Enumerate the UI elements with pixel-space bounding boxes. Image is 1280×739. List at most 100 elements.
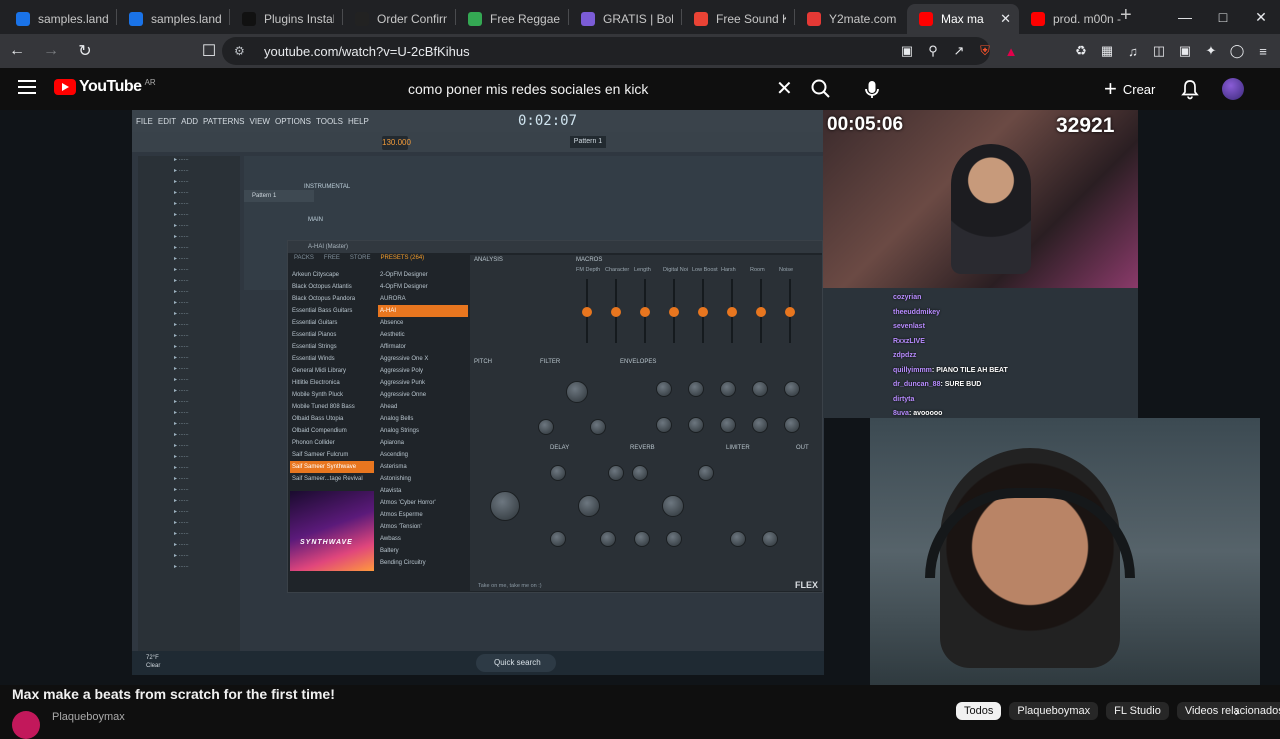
fader-handle[interactable] [640,307,650,317]
pack-item[interactable]: Essential Strings [290,341,374,353]
knob[interactable] [590,419,606,435]
knob[interactable] [720,381,736,397]
preset-item[interactable]: Affirmator [378,341,468,353]
pack-item[interactable]: Essential Bass Guitars [290,305,374,317]
knob[interactable] [662,495,684,517]
knob[interactable] [752,417,768,433]
preset-item[interactable]: Aggressive One X [378,353,468,365]
fader-handle[interactable] [785,307,795,317]
browser-tab[interactable]: Y2mate.com [795,4,907,34]
knob[interactable] [784,381,800,397]
fader-handle[interactable] [669,307,679,317]
wallet-icon[interactable]: ▣ [1174,43,1196,59]
knob[interactable] [762,531,778,547]
pack-item[interactable]: Mobile Synth Pluck [290,389,374,401]
preset-item[interactable]: Aesthetic [378,329,468,341]
search-input[interactable]: como poner mis redes sociales en kick [396,74,804,104]
voice-search-button[interactable] [858,74,886,104]
knob[interactable] [656,381,672,397]
maximize-icon[interactable]: □ [1204,0,1242,34]
preset-item[interactable]: Aggressive Punk [378,377,468,389]
macro-fader[interactable] [785,279,795,343]
knob[interactable] [578,495,600,517]
macro-fader[interactable] [582,279,592,343]
preset-item[interactable]: Ascending [378,449,468,461]
search-button[interactable] [808,74,834,104]
knob[interactable] [784,417,800,433]
zoom-icon[interactable]: ⚲ [922,43,944,59]
knob[interactable] [550,531,566,547]
macro-fader[interactable] [669,279,679,343]
browser-tab[interactable]: Order Confirma [343,4,455,34]
knob[interactable] [600,531,616,547]
knob[interactable] [538,419,554,435]
forward-icon[interactable]: → [34,42,68,60]
screenshot-icon[interactable]: ▦ [1096,43,1118,59]
plugin-tab[interactable]: PRESETS (264) [380,255,424,267]
channel-name[interactable]: Plaqueboymax [52,711,125,723]
preset-item[interactable]: Analog Bells [378,413,468,425]
minimize-icon[interactable]: — [1166,0,1204,34]
preset-item[interactable]: Atavista [378,485,468,497]
knob[interactable] [490,491,520,521]
create-button[interactable]: + Crear [1104,76,1155,102]
pack-item[interactable]: Hitlitle Electronica [290,377,374,389]
browser-tab[interactable]: prod. m00n - Yo [1019,4,1131,34]
fader-handle[interactable] [582,307,592,317]
cast-icon[interactable]: ▣ [896,43,918,59]
macro-fader[interactable] [756,279,766,343]
preset-item[interactable]: 4-OpFM Designer [378,281,468,293]
clear-search-icon[interactable]: ✕ [776,74,796,104]
browser-tab[interactable]: Plugins Installat [230,4,342,34]
plugin-tab[interactable]: PACKS [294,255,314,267]
browser-tab[interactable]: samples.landr.c [117,4,229,34]
preset-item[interactable]: Apiarona [378,437,468,449]
pack-item[interactable]: Mobile Tuned 808 Bass [290,401,374,413]
preset-item[interactable]: Asterisma [378,461,468,473]
brave-shield-icon[interactable]: ⛨ [974,43,996,59]
macro-fader[interactable] [698,279,708,343]
filter-chip[interactable]: Plaqueboymax [1009,702,1099,720]
macro-fader[interactable] [611,279,621,343]
extensions-icon[interactable]: ♻ [1070,43,1092,59]
browser-tab[interactable]: Free Reggaeton [456,4,568,34]
plugin-tab[interactable]: FREE [324,255,340,267]
knob[interactable] [688,417,704,433]
filter-chip[interactable]: FL Studio [1106,702,1169,720]
preset-item[interactable]: A-HAI [378,305,468,317]
site-info-icon[interactable]: ⚙ [234,44,248,58]
media-icon[interactable]: ♫ [1122,44,1144,59]
fader-handle[interactable] [698,307,708,317]
browser-tab[interactable]: GRATIS | Bolero [569,4,681,34]
bookmark-icon[interactable]: ☐ [192,41,226,61]
pack-item[interactable]: Essential Pianos [290,329,374,341]
macro-fader[interactable] [640,279,650,343]
preset-item[interactable]: Astonishing [378,473,468,485]
vpn-icon[interactable]: ◯ [1226,43,1248,59]
filter-chip[interactable]: Todos [956,702,1002,720]
preset-item[interactable]: Atmos Esperme [378,509,468,521]
notifications-button[interactable] [1180,78,1200,100]
pack-item[interactable]: Essential Guitars [290,317,374,329]
preset-item[interactable]: Aggressive Poly [378,365,468,377]
guide-menu-icon[interactable] [18,80,36,94]
pack-item[interactable]: Saif Sameer...tage Revival [290,473,374,485]
pack-item[interactable]: Olbaid Bass Utopia [290,413,374,425]
preset-item[interactable]: Analog Strings [378,425,468,437]
menu-icon[interactable]: ≡ [1252,44,1274,59]
browser-tab[interactable]: Free Sound Kit [682,4,794,34]
pack-item[interactable]: Phonon Collider [290,437,374,449]
fader-handle[interactable] [611,307,621,317]
back-icon[interactable]: ← [0,42,34,60]
knob[interactable] [632,465,648,481]
knob[interactable] [720,417,736,433]
sidebar-icon[interactable]: ◫ [1148,43,1170,59]
pack-item[interactable]: Arkeun Cityscape [290,269,374,281]
leo-icon[interactable]: ✦ [1200,43,1222,59]
preset-item[interactable]: Baltery [378,545,468,557]
pack-item[interactable]: Olbaid Compendium [290,425,374,437]
knob[interactable] [550,465,566,481]
pack-item[interactable]: Essential Winds [290,353,374,365]
knob[interactable] [752,381,768,397]
pack-item[interactable]: Black Octopus Pandora [290,293,374,305]
